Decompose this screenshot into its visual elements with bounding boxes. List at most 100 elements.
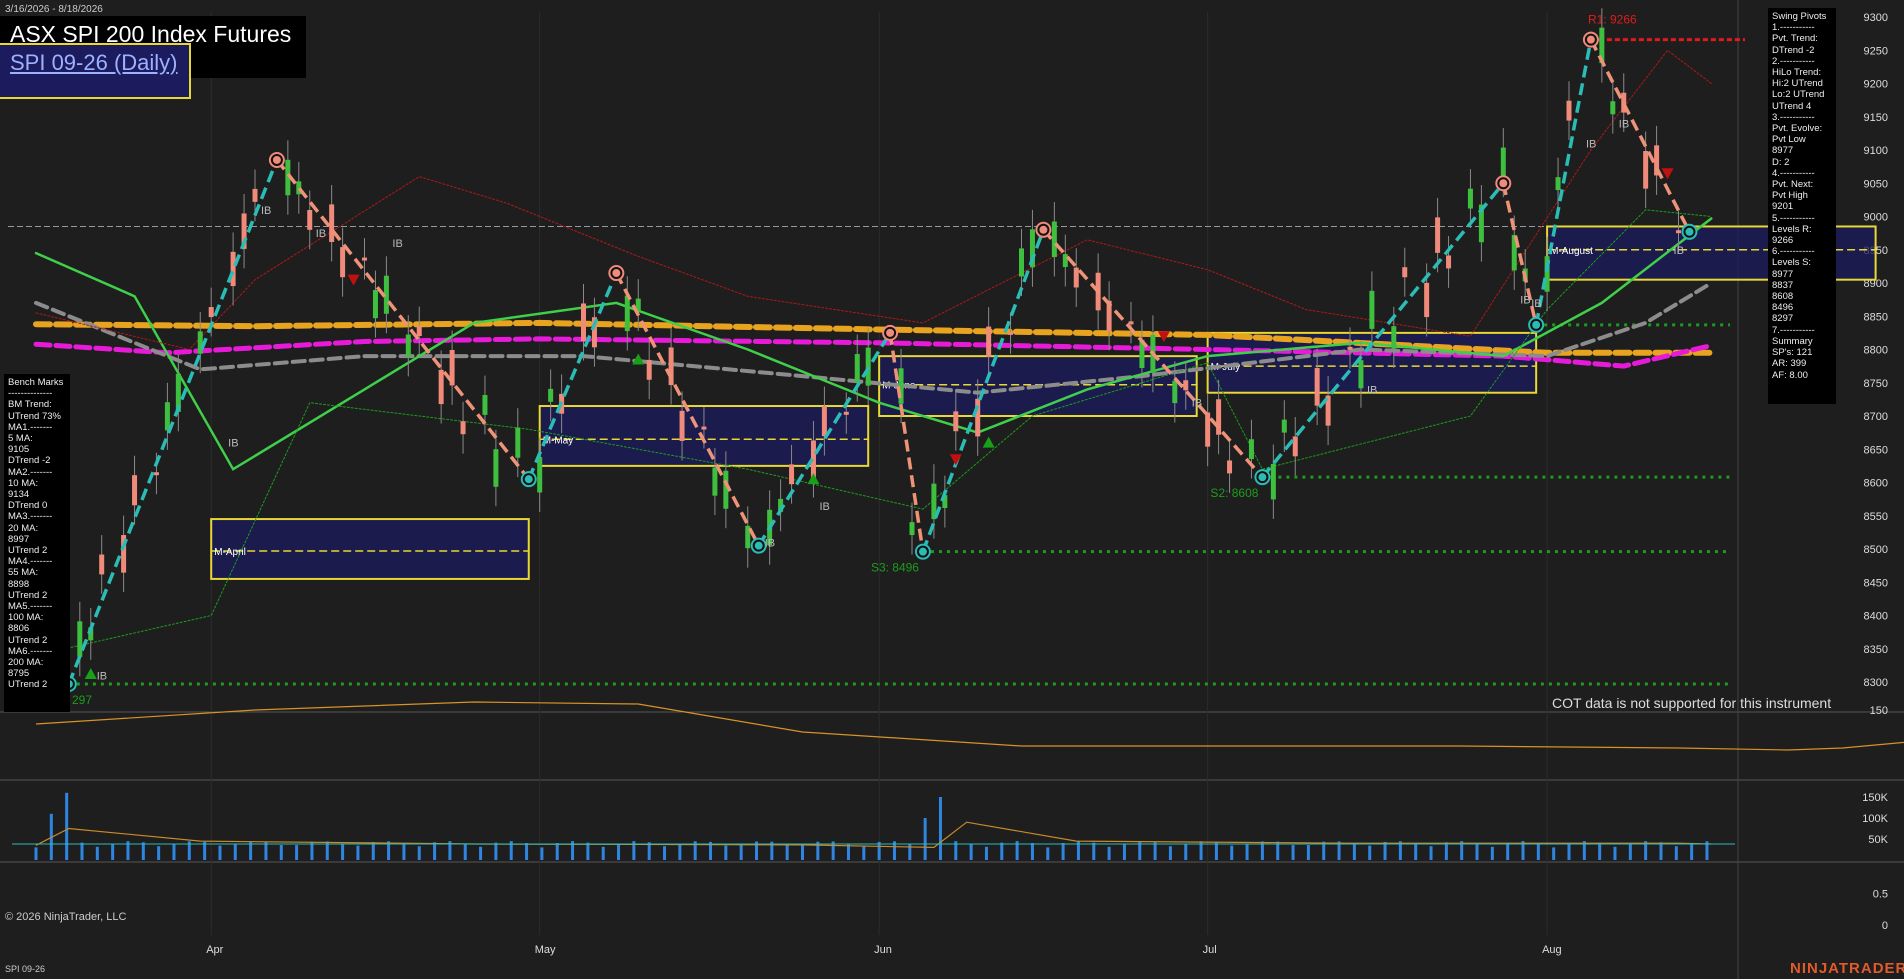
y-tick-label: 8500 — [1864, 544, 1888, 556]
volume-bar — [417, 846, 421, 860]
volume-bar — [65, 792, 69, 860]
y-tick-label: 8700 — [1864, 411, 1888, 423]
volume-bar — [1061, 843, 1065, 860]
step-support-line — [35, 209, 1712, 656]
volume-bar — [1674, 846, 1678, 860]
support-label: 297 — [72, 693, 92, 707]
swing-panel-line: Pvt High — [1772, 190, 1808, 202]
bench-panel-line: UTrend 2 — [8, 545, 48, 557]
bench-panel-line: 10 MA: — [8, 477, 39, 489]
swing-panel-line: 1.----------- — [1772, 22, 1815, 34]
bench-panel-line: Bench Marks — [8, 377, 64, 388]
bench-panel-line: UTrend 2 — [8, 634, 48, 646]
volume-y-tick: 150K — [1862, 792, 1888, 804]
volume-bar — [555, 843, 559, 860]
ib-marker: IB — [97, 670, 107, 682]
bench-panel-line: UTrend 73% — [8, 410, 61, 422]
swing-panel-line: AR: 399 — [1772, 358, 1807, 370]
volume-bar — [157, 846, 161, 860]
cot-note: COT data is not supported for this instr… — [1552, 695, 1832, 711]
bench-panel-line: 9134 — [8, 489, 30, 501]
swing-panel-line: 9266 — [1772, 235, 1794, 247]
pivot-marker-core — [754, 541, 763, 550]
candle-body — [1292, 436, 1298, 457]
pivot-marker-core — [1499, 179, 1508, 188]
swing-panel-line: 6.----------- — [1772, 246, 1815, 258]
ib-marker: IB — [316, 228, 326, 240]
candle-body — [460, 421, 466, 435]
candle-body — [252, 188, 258, 202]
volume-bar — [1092, 842, 1096, 860]
date-range: 3/16/2026 - 8/18/2026 — [5, 4, 103, 15]
step-resistance-line — [35, 49, 1712, 351]
bench-panel-line: 8795 — [8, 668, 30, 680]
volume-bar — [80, 842, 84, 860]
volume-bar — [1153, 842, 1157, 860]
indicator1-y-tick: 150 — [1870, 705, 1888, 717]
candle-body — [843, 411, 849, 415]
swing-panel-line: D: 2 — [1772, 156, 1790, 168]
pivot-marker-core — [1532, 320, 1541, 329]
bench-panel-line: DTrend -2 — [8, 455, 51, 467]
pivot-marker-core — [918, 547, 927, 556]
ib-marker: IB — [819, 501, 829, 513]
pivot-marker-core — [524, 475, 533, 484]
ib-marker: IB — [1586, 138, 1596, 150]
volume-bar — [203, 841, 207, 860]
volume-bar — [1352, 844, 1356, 860]
candle-body — [1205, 412, 1211, 447]
swing-panel-line: 9201 — [1772, 201, 1794, 213]
volume-bar — [295, 845, 299, 860]
volume-bar — [1214, 841, 1218, 860]
bench-panel-line: 200 MA: — [8, 657, 44, 669]
volume-bar — [1368, 845, 1372, 860]
x-tick-label: Jul — [1203, 944, 1217, 956]
candle-body — [1270, 463, 1276, 500]
volume-bar — [1291, 845, 1295, 860]
volume-bar — [724, 845, 728, 860]
contract-label[interactable]: SPI 09-26 (Daily) — [10, 50, 178, 76]
swing-panel-line: 8297 — [1772, 313, 1794, 325]
swing-pivots-panel: Swing Pivots 1.----------- Pvt. Trend: DTre… — [1768, 8, 1836, 404]
volume-bar — [402, 843, 406, 860]
support-label: S3: 8496 — [871, 561, 919, 575]
candle-body — [1248, 439, 1254, 460]
candle-body — [624, 295, 630, 332]
volume-bar — [233, 844, 237, 860]
bench-panel-line: MA5.------- — [8, 601, 53, 613]
candle-body — [1227, 460, 1233, 474]
volume-bar — [1628, 843, 1632, 860]
y-tick-label: 8400 — [1864, 611, 1888, 623]
volume-bar — [1429, 846, 1433, 860]
volume-bar — [1490, 846, 1494, 860]
candle-body — [1062, 254, 1068, 268]
candle-body — [537, 456, 543, 493]
resistance-label: R1: 9266 — [1588, 13, 1637, 27]
volume-bar — [1122, 843, 1126, 860]
candle-body — [1446, 255, 1452, 269]
x-tick-label: Aug — [1542, 944, 1562, 956]
ib-marker: IB — [1367, 384, 1377, 396]
bench-panel-line: 9105 — [8, 444, 30, 456]
candle-body — [1676, 230, 1681, 234]
swing-panel-line: HiLo Trend: — [1772, 67, 1822, 79]
volume-bar — [1414, 843, 1418, 860]
candle-body — [953, 411, 959, 432]
candle-body — [372, 290, 378, 319]
volume-bar — [1107, 846, 1111, 860]
swing-line — [1261, 182, 1505, 479]
candle-body — [99, 554, 105, 575]
bench-panel-line: 5 MA: — [8, 433, 33, 445]
pivot-marker-core — [1586, 35, 1595, 44]
bench-panel-line: MA1.------- — [8, 421, 53, 433]
volume-bar — [218, 845, 222, 860]
volume-bar — [1168, 846, 1172, 860]
bench-panel-line: DTrend 0 — [8, 500, 48, 512]
price-chart[interactable]: Apr May Jun Jul Aug 8300 8350 8400 8450 8500 8550 8… — [0, 0, 1904, 979]
volume-bar — [34, 847, 38, 860]
swing-panel-line: AF: 8.00 — [1772, 369, 1808, 381]
volume-bar — [785, 845, 789, 860]
ib-marker: IB — [1531, 298, 1541, 310]
volume-bar — [279, 845, 283, 860]
candle-body — [679, 410, 685, 441]
